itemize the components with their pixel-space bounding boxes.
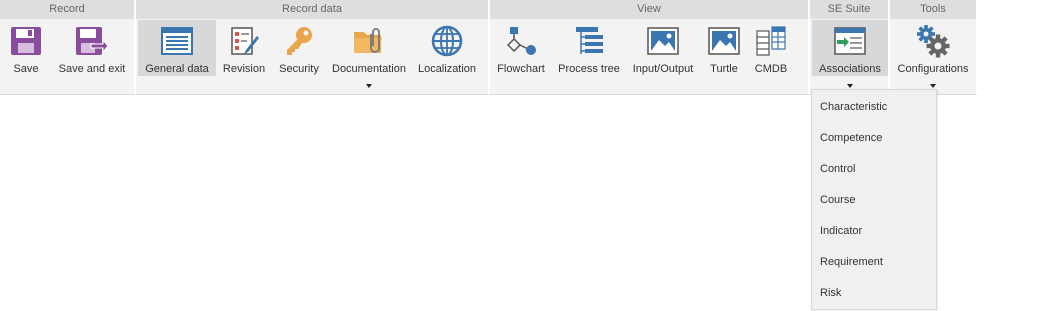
flowchart-label: Flowchart — [497, 63, 545, 75]
record-group-header: Record — [0, 0, 134, 19]
security-button[interactable]: Security — [272, 20, 326, 76]
input-output-button[interactable]: Input/Output — [626, 20, 700, 76]
save-label: Save — [13, 63, 39, 75]
menu-item-course[interactable]: Course — [812, 183, 936, 214]
menu-item-control[interactable]: Control — [812, 152, 936, 183]
save-button[interactable]: Save — [0, 20, 52, 76]
globe-icon — [430, 24, 464, 58]
save-and-exit-button[interactable]: Save and exit — [52, 20, 132, 76]
chevron-down-icon — [930, 84, 936, 88]
key-icon — [282, 24, 316, 58]
folder-paperclip-icon — [352, 24, 386, 58]
turtle-button[interactable]: Turtle — [700, 20, 748, 76]
view-group: View Flowchart Process tree Input/Output… — [490, 0, 810, 95]
se-suite-group: SE Suite Associations — [810, 0, 890, 95]
documentation-button[interactable]: Documentation — [326, 20, 412, 88]
localization-label: Localization — [417, 63, 477, 75]
gears-icon — [916, 24, 950, 58]
revision-button[interactable]: Revision — [216, 20, 272, 76]
associations-button[interactable]: Associations — [812, 20, 888, 88]
process-tree-button[interactable]: Process tree — [552, 20, 626, 76]
image-window-icon — [646, 24, 680, 58]
save-and-exit-label: Save and exit — [58, 63, 126, 75]
record-data-group-header: Record data — [136, 0, 488, 19]
documentation-label: Documentation — [332, 63, 406, 75]
associations-dropdown-menu: Characteristic Competence Control Course… — [811, 89, 937, 310]
image-window-icon — [707, 24, 741, 58]
floppy-disk-exit-icon — [75, 24, 109, 58]
security-label: Security — [279, 63, 319, 75]
general-data-button[interactable]: General data — [138, 20, 216, 76]
cmdb-label: CMDB — [754, 63, 788, 75]
form-window-icon — [160, 24, 194, 58]
record-data-group: Record data General data Revision Securi… — [136, 0, 490, 95]
floppy-disk-icon — [9, 24, 43, 58]
flowchart-button[interactable]: Flowchart — [490, 20, 552, 76]
menu-item-requirement[interactable]: Requirement — [812, 245, 936, 276]
menu-item-competence[interactable]: Competence — [812, 121, 936, 152]
chevron-down-icon — [847, 84, 853, 88]
associations-label: Associations — [819, 63, 881, 75]
window-arrow-icon — [833, 24, 867, 58]
cmdb-button[interactable]: CMDB — [748, 20, 794, 76]
menu-item-risk[interactable]: Risk — [812, 276, 936, 307]
se-suite-group-header: SE Suite — [810, 0, 888, 19]
tree-list-icon — [572, 24, 606, 58]
turtle-label: Turtle — [710, 63, 738, 75]
record-group: Record Save Save and exit — [0, 0, 136, 95]
flowchart-icon — [504, 24, 538, 58]
tools-group-header: Tools — [890, 0, 976, 19]
localization-button[interactable]: Localization — [412, 20, 482, 76]
ribbon-toolbar: Record Save Save and exit Record data Ge… — [0, 0, 978, 96]
configurations-label: Configurations — [897, 63, 969, 75]
general-data-label: General data — [145, 63, 209, 75]
input-output-label: Input/Output — [632, 63, 694, 75]
revision-label: Revision — [222, 63, 266, 75]
server-table-icon — [754, 24, 788, 58]
document-pencil-icon — [227, 24, 261, 58]
view-group-header: View — [490, 0, 808, 19]
chevron-down-icon — [366, 84, 372, 88]
menu-item-characteristic[interactable]: Characteristic — [812, 90, 936, 121]
process-tree-label: Process tree — [558, 63, 620, 75]
menu-item-indicator[interactable]: Indicator — [812, 214, 936, 245]
tools-group: Tools Configurations — [890, 0, 978, 95]
configurations-button[interactable]: Configurations — [890, 20, 976, 88]
